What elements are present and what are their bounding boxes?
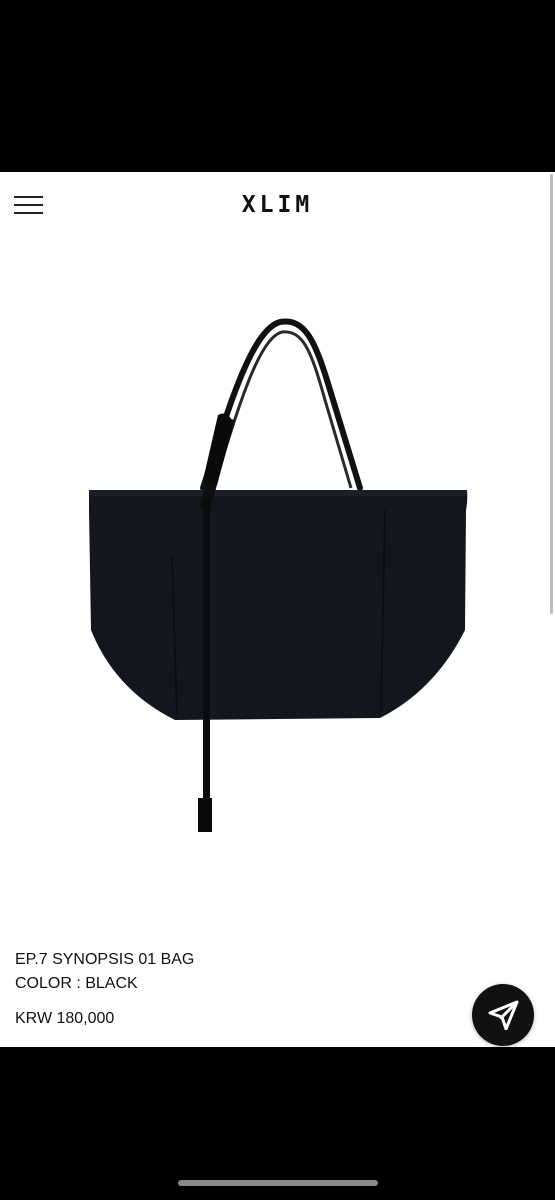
- header: XLIM: [0, 172, 555, 242]
- home-indicator[interactable]: [178, 1180, 378, 1186]
- product-color: COLOR : BLACK: [15, 975, 138, 992]
- page-content: XLIM EP.7 SYNOPSIS 01 BAG COLOR : BLACK …: [0, 172, 555, 1047]
- product-name: EP.7 SYNOPSIS 01 BAG: [15, 951, 195, 968]
- brand-logo[interactable]: XLIM: [0, 192, 555, 218]
- product-price: KRW 180,000: [15, 1010, 115, 1027]
- send-arrow-button[interactable]: [472, 984, 534, 1046]
- product-info: EP.7 SYNOPSIS 01 BAG COLOR : BLACK KRW 1…: [15, 948, 194, 1031]
- send-arrow-icon: [488, 1000, 519, 1030]
- product-image: [89, 318, 468, 832]
